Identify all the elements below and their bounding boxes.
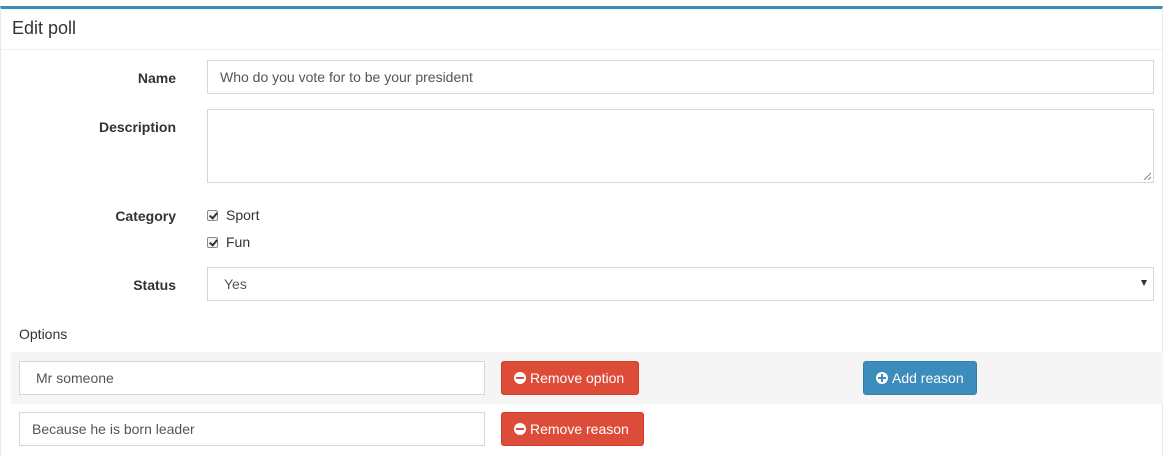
plus-circle-icon: [876, 372, 888, 384]
minus-circle-icon: [514, 423, 526, 435]
remove-option-label: Remove option: [530, 370, 625, 386]
remove-reason-button[interactable]: Remove reason: [501, 412, 644, 446]
box-header: Edit poll: [1, 9, 1162, 50]
description-label: Description: [98, 119, 176, 135]
add-reason-button[interactable]: Add reason: [863, 361, 977, 395]
sport-label: Sport: [226, 207, 260, 223]
name-label: Name: [137, 70, 176, 86]
category-option-fun[interactable]: Fun: [207, 234, 250, 250]
sport-checkbox[interactable]: [207, 209, 218, 221]
description-textarea[interactable]: [207, 109, 1154, 183]
fun-label: Fun: [226, 234, 251, 250]
fun-checkbox[interactable]: [207, 236, 218, 248]
category-label: Category: [115, 208, 176, 224]
page-title: Edit poll: [12, 18, 77, 38]
minus-circle-icon: [514, 372, 526, 384]
option-input[interactable]: Mr someone: [19, 361, 485, 395]
status-selected-value: Yes: [224, 276, 247, 292]
remove-option-button[interactable]: Remove option: [501, 361, 639, 395]
status-select[interactable]: Yes: [207, 267, 1154, 301]
status-label: Status: [133, 277, 176, 293]
reason-input[interactable]: Because he is born leader: [19, 412, 485, 446]
remove-reason-label: Remove reason: [530, 421, 629, 437]
add-reason-label: Add reason: [892, 370, 964, 386]
category-option-sport[interactable]: Sport: [207, 207, 259, 223]
name-input[interactable]: Who do you vote for to be your president: [207, 60, 1154, 94]
options-section-title: Options: [19, 326, 68, 342]
caret-down-icon: [1141, 280, 1147, 286]
resize-grip-icon[interactable]: [1143, 172, 1151, 180]
